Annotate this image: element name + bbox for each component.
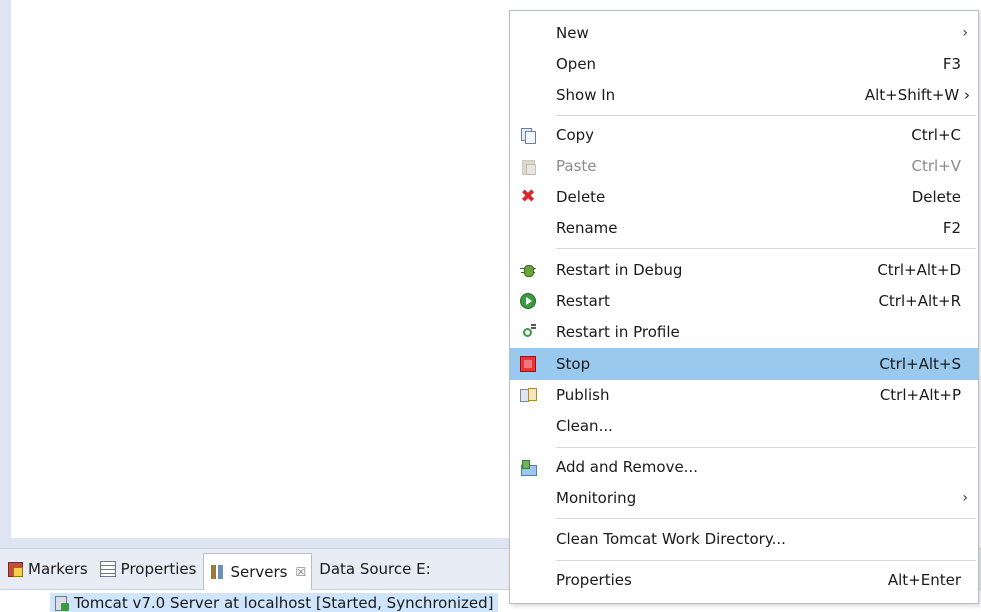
menu-item-open[interactable]: Open F3 [510, 48, 978, 80]
tab-servers[interactable]: Servers ☒ [203, 552, 313, 590]
tomcat-server-icon [53, 595, 69, 611]
menu-item-monitoring[interactable]: Monitoring › [510, 482, 978, 514]
editor-border-left [0, 0, 11, 548]
server-list-item[interactable]: Tomcat v7.0 Server at localhost [Started… [50, 593, 498, 612]
submenu-arrow-icon: › [962, 25, 968, 41]
publish-icon [520, 387, 537, 403]
menu-item-rename[interactable]: Rename F2 [510, 212, 978, 244]
copy-icon [520, 127, 536, 144]
delete-icon: ✖ [520, 186, 536, 207]
menu-item-clean-tomcat-work-directory[interactable]: Clean Tomcat Work Directory... [510, 523, 978, 555]
menu-item-copy[interactable]: Copy Ctrl+C [510, 119, 978, 151]
menu-item-restart[interactable]: Restart Ctrl+Alt+R [510, 285, 978, 317]
menu-item-paste[interactable]: Paste Ctrl+V [510, 150, 978, 182]
tab-label: Properties [120, 560, 197, 578]
tab-label: Servers [230, 562, 288, 581]
menu-item-delete[interactable]: ✖ Delete Delete [510, 181, 978, 213]
close-icon[interactable]: ☒ [296, 565, 307, 579]
menu-item-stop[interactable]: Stop Ctrl+Alt+S [510, 348, 978, 380]
menu-separator [556, 447, 976, 448]
menu-separator [556, 560, 976, 561]
menu-separator [556, 115, 976, 116]
menu-item-show-in[interactable]: Show In Alt+Shift+W › [510, 79, 978, 111]
markers-icon [7, 561, 23, 577]
menu-item-publish[interactable]: Publish Ctrl+Alt+P [510, 379, 978, 411]
menu-item-restart-in-debug[interactable]: Restart in Debug Ctrl+Alt+D [510, 254, 978, 286]
menu-item-clean[interactable]: Clean... [510, 410, 978, 442]
debug-bug-icon [520, 262, 536, 278]
tab-label: Markers [28, 560, 88, 578]
properties-icon [99, 561, 116, 577]
tab-markers[interactable]: Markers [2, 553, 93, 585]
add-remove-icon [520, 459, 537, 476]
menu-item-restart-in-profile[interactable]: Restart in Profile [510, 316, 978, 348]
menu-separator [556, 248, 976, 249]
editor-area [0, 0, 510, 548]
profile-icon [520, 324, 536, 340]
editor-border-bottom [0, 538, 510, 548]
tab-label: Data Source E: [319, 560, 431, 578]
menu-item-new[interactable]: New › [510, 17, 978, 49]
menu-item-add-and-remove[interactable]: Add and Remove... [510, 451, 978, 483]
submenu-arrow-icon: › [962, 490, 968, 506]
paste-icon [520, 158, 536, 175]
context-menu: New › Open F3 Show In Alt+Shift+W › Copy… [509, 10, 979, 604]
menu-separator [556, 518, 976, 519]
menu-item-properties[interactable]: Properties Alt+Enter [510, 564, 978, 596]
tab-properties[interactable]: Properties [95, 553, 202, 585]
servers-icon [209, 564, 225, 580]
stop-icon [520, 356, 536, 372]
server-label: Tomcat v7.0 Server at localhost [Started… [74, 593, 494, 612]
tab-data-source-explorer[interactable]: Data Source E: [314, 553, 435, 585]
restart-icon [520, 293, 536, 309]
